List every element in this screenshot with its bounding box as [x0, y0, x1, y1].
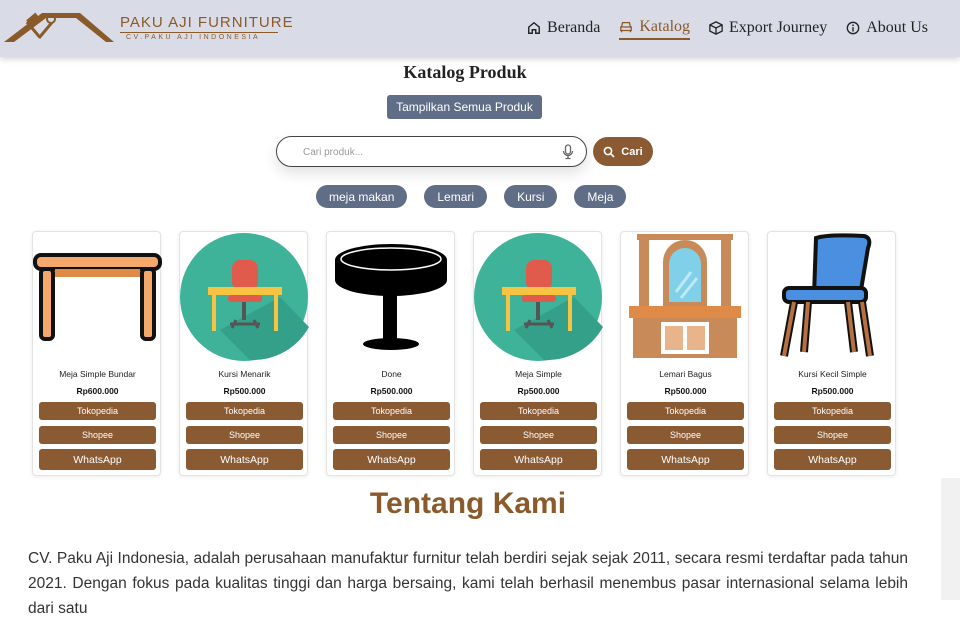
product-name: Kursi Menarik: [218, 369, 271, 379]
chair-icon: [780, 233, 874, 357]
nav-beranda[interactable]: Beranda: [527, 19, 600, 39]
product-price: Rp600.000: [76, 386, 119, 396]
tokopedia-button[interactable]: Tokopedia: [627, 402, 744, 420]
brand-name: PAKU AJI FURNITURE: [120, 14, 294, 31]
tokopedia-button[interactable]: Tokopedia: [480, 402, 597, 420]
whatsapp-button[interactable]: WhatsApp: [333, 449, 450, 470]
whatsapp-button[interactable]: WhatsApp: [627, 449, 744, 470]
tokopedia-button[interactable]: Tokopedia: [39, 402, 156, 420]
search-icon: [603, 146, 615, 158]
whatsapp-button[interactable]: WhatsApp: [480, 449, 597, 470]
product-name: Meja Simple: [515, 369, 562, 379]
product-card: Meja Simple Bundar Rp600.000 Tokopedia S…: [32, 231, 162, 476]
chip-lemari[interactable]: Lemari: [424, 185, 488, 208]
shopee-button[interactable]: Shopee: [186, 426, 303, 444]
scrollbar[interactable]: [941, 478, 960, 600]
product-name: Kursi Kecil Simple: [798, 369, 867, 379]
tokopedia-button[interactable]: Tokopedia: [333, 402, 450, 420]
product-name: Lemari Bagus: [659, 369, 712, 379]
info-icon: [846, 21, 860, 35]
shopee-button[interactable]: Shopee: [333, 426, 450, 444]
product-card: Done Rp500.000 Tokopedia Shopee WhatsApp: [326, 231, 455, 476]
search-button-label: Cari: [621, 145, 643, 158]
desk-chair-icon: [474, 233, 603, 361]
product-card: Lemari Bagus Rp500.000 Tokopedia Shopee …: [620, 231, 749, 476]
product-price: Rp500.000: [664, 386, 707, 396]
product-card: Kursi Kecil Simple Rp500.000 Tokopedia S…: [767, 231, 896, 476]
sofa-icon: [620, 21, 633, 33]
tokopedia-button[interactable]: Tokopedia: [186, 402, 303, 420]
microphone-icon[interactable]: [561, 144, 575, 160]
product-price: Rp500.000: [223, 386, 266, 396]
wardrobe-icon: [629, 234, 741, 358]
shopee-button[interactable]: Shopee: [774, 426, 891, 444]
nav-about-us[interactable]: About Us: [846, 19, 928, 39]
roof-logo-icon: [4, 12, 114, 42]
catalog-title: Katalog Produk: [403, 62, 527, 82]
shopee-button[interactable]: Shopee: [39, 426, 156, 444]
shopee-button[interactable]: Shopee: [480, 426, 597, 444]
whatsapp-button[interactable]: WhatsApp: [186, 449, 303, 470]
nav-katalog[interactable]: Katalog: [619, 18, 691, 40]
product-grid: Meja Simple Bundar Rp600.000 Tokopedia S…: [32, 231, 896, 476]
tokopedia-button[interactable]: Tokopedia: [774, 402, 891, 420]
brand-logo[interactable]: PAKU AJI FURNITURE CV.PAKU AJI INDONESIA: [4, 10, 294, 46]
chip-meja[interactable]: Meja: [574, 185, 627, 208]
nav-label: Katalog: [639, 18, 691, 35]
nav-label: Export Journey: [729, 19, 828, 36]
chip-meja-makan[interactable]: meja makan: [316, 185, 408, 208]
brand-divider: [120, 32, 278, 33]
table-icon: [33, 253, 162, 341]
round-table-icon: [335, 244, 447, 350]
box-icon: [709, 21, 723, 35]
chip-kursi[interactable]: Kursi: [504, 185, 558, 208]
home-icon: [528, 21, 540, 34]
product-card: Meja Simple Rp500.000 Tokopedia Shopee W…: [473, 231, 603, 476]
product-price: Rp500.000: [811, 386, 854, 396]
product-card: Kursi Menarik Rp500.000 Tokopedia Shopee…: [179, 231, 309, 476]
brand-subtitle: CV.PAKU AJI INDONESIA: [126, 34, 261, 41]
search-box: [276, 136, 587, 167]
category-filters: meja makan Lemari Kursi Meja: [316, 185, 627, 208]
search-input[interactable]: [303, 144, 553, 160]
show-all-products-button[interactable]: Tampilkan Semua Produk: [387, 95, 542, 119]
about-title: Tentang Kami: [369, 487, 567, 520]
search-button[interactable]: Cari: [593, 137, 653, 166]
product-price: Rp500.000: [517, 386, 560, 396]
desk-chair-icon: [180, 233, 309, 361]
whatsapp-button[interactable]: WhatsApp: [39, 449, 156, 470]
navbar: PAKU AJI FURNITURE CV.PAKU AJI INDONESIA…: [0, 0, 960, 57]
nav-label: Beranda: [547, 19, 601, 36]
shopee-button[interactable]: Shopee: [627, 426, 744, 444]
nav-export-journey[interactable]: Export Journey: [709, 19, 827, 39]
nav-label: About Us: [866, 19, 928, 36]
whatsapp-button[interactable]: WhatsApp: [774, 449, 891, 470]
product-price: Rp500.000: [370, 386, 413, 396]
main-nav: Beranda Katalog Export Journey About Us: [527, 18, 928, 40]
product-name: Done: [381, 369, 402, 379]
about-text: CV. Paku Aji Indonesia, adalah perusahaa…: [28, 550, 908, 617]
product-name: Meja Simple Bundar: [59, 369, 136, 379]
